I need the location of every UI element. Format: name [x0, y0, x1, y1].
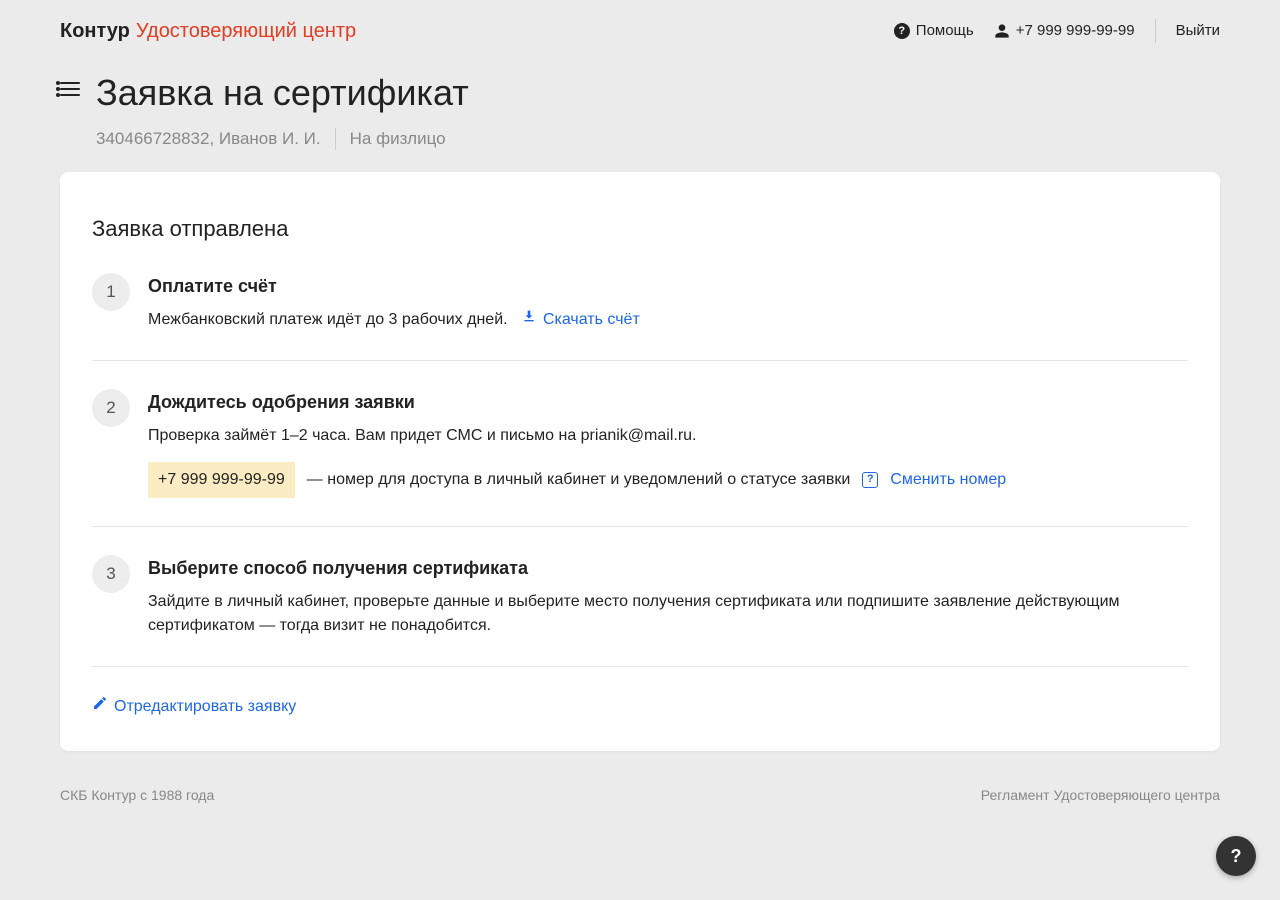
step-number: 2: [92, 389, 130, 427]
header: Контур Удостоверяющий центр ? Помощь +7 …: [0, 0, 1280, 46]
change-phone-link[interactable]: Сменить номер: [890, 468, 1006, 492]
download-invoice-label: Скачать счёт: [543, 308, 640, 332]
download-icon: [521, 308, 537, 332]
status-card: Заявка отправлена 1 Оплатите счёт Межбан…: [60, 172, 1220, 751]
request-type: На физлицо: [350, 126, 446, 152]
subtitle-divider: [335, 128, 336, 150]
edit-request-link[interactable]: Отредактировать заявку: [92, 695, 296, 719]
account-phone-label: +7 999 999-99-99: [1016, 20, 1135, 43]
footer: СКБ Контур с 1988 года Регламент Удостов…: [0, 775, 1280, 830]
step-3-desc: Зайдите в личный кабинет, проверьте данн…: [148, 590, 1188, 638]
logout-label: Выйти: [1176, 20, 1220, 43]
edit-row: Отредактировать заявку: [92, 695, 1188, 719]
step-1-text: Межбанковский платеж идёт до 3 рабочих д…: [148, 311, 508, 328]
step-2-desc: Проверка займёт 1–2 часа. Вам придет СМС…: [148, 424, 1188, 448]
highlighted-phone: +7 999 999-99-99: [148, 462, 295, 498]
info-icon[interactable]: ?: [862, 472, 878, 488]
phone-row: +7 999 999-99-99 — номер для доступа в л…: [148, 462, 1188, 498]
step-number: 1: [92, 273, 130, 311]
step-1: 1 Оплатите счёт Межбанковский платеж идё…: [92, 273, 1188, 361]
step-2-text-prefix: Проверка займёт 1–2 часа. Вам придет СМС…: [148, 427, 581, 444]
step-3: 3 Выберите способ получения сертификата …: [92, 555, 1188, 667]
step-1-title: Оплатите счёт: [148, 273, 1188, 300]
notify-email: prianik@mail.ru: [581, 427, 692, 444]
logo-sub: Удостоверяющий центр: [136, 16, 356, 46]
header-actions: ? Помощь +7 999 999-99-99 Выйти: [894, 19, 1220, 43]
request-id-name: 340466728832, Иванов И. И.: [96, 126, 321, 152]
page-title: Заявка на сертификат: [96, 66, 469, 120]
footer-left: СКБ Контур с 1988 года: [60, 785, 214, 806]
logo-main: Контур: [60, 16, 130, 46]
card-title: Заявка отправлена: [92, 212, 1188, 245]
download-invoice-link[interactable]: Скачать счёт: [521, 308, 640, 332]
edit-icon: [92, 695, 108, 719]
header-divider: [1155, 19, 1156, 43]
phone-note: — номер для доступа в личный кабинет и у…: [307, 468, 850, 492]
page-subtitle: 340466728832, Иванов И. И. На физлицо: [96, 126, 469, 152]
step-3-title: Выберите способ получения сертификата: [148, 555, 1188, 582]
step-number: 3: [92, 555, 130, 593]
step-2-title: Дождитесь одобрения заявки: [148, 389, 1188, 416]
edit-request-label: Отредактировать заявку: [114, 695, 296, 719]
footer-right-link[interactable]: Регламент Удостоверяющего центра: [981, 785, 1220, 806]
step-2-text-suffix: .: [692, 427, 696, 444]
step-2: 2 Дождитесь одобрения заявки Проверка за…: [92, 389, 1188, 527]
logo[interactable]: Контур Удостоверяющий центр: [60, 16, 356, 46]
account-phone[interactable]: +7 999 999-99-99: [994, 20, 1135, 43]
menu-icon[interactable]: [60, 82, 80, 96]
help-label: Помощь: [916, 20, 974, 43]
step-1-desc: Межбанковский платеж идёт до 3 рабочих д…: [148, 308, 1188, 332]
page-head: Заявка на сертификат 340466728832, Ивано…: [0, 46, 1280, 172]
user-icon: [994, 23, 1010, 39]
help-icon: ?: [894, 23, 910, 39]
help-fab[interactable]: ?: [1216, 836, 1256, 876]
logout-link[interactable]: Выйти: [1176, 20, 1220, 43]
help-link[interactable]: ? Помощь: [894, 20, 974, 43]
